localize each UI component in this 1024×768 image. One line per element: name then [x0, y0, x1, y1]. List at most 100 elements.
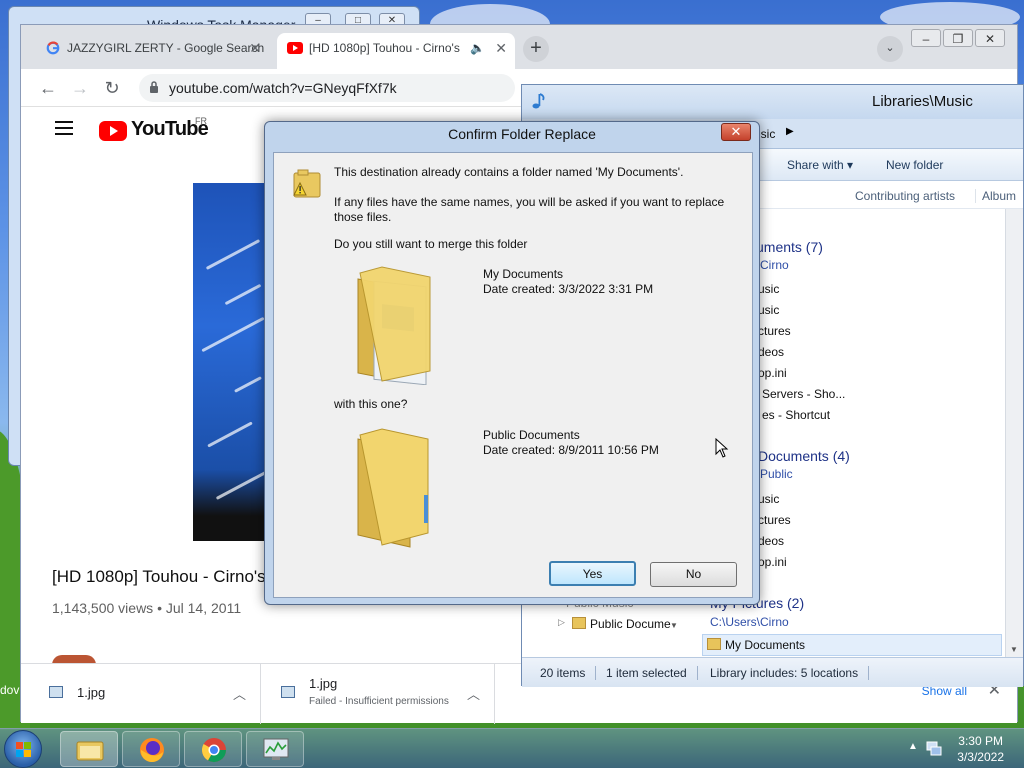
folder1-name: My Documents: [483, 267, 564, 281]
list-item[interactable]: usic: [758, 492, 779, 506]
list-item[interactable]: op.ini: [758, 555, 787, 569]
vertical-scrollbar[interactable]: ▼: [1005, 209, 1023, 657]
start-button[interactable]: [4, 730, 42, 768]
breadcrumb-chevron-icon[interactable]: ▶: [786, 126, 794, 137]
list-item[interactable]: op.ini: [758, 366, 787, 380]
group-header[interactable]: Documents (4): [758, 448, 850, 464]
list-item[interactable]: deos: [758, 345, 784, 359]
close-tab-icon[interactable]: ✕: [495, 33, 507, 63]
group-subtitle: Cirno: [760, 258, 789, 272]
list-item[interactable]: es - Shortcut: [762, 408, 830, 422]
explorer-icon: [76, 741, 104, 761]
expand-arrow-icon[interactable]: ▷: [558, 617, 565, 628]
video-title: [HD 1080p] Touhou - Cirno's: [52, 567, 266, 586]
folder-warning-icon: [293, 169, 321, 198]
close-button[interactable]: ✕: [975, 29, 1005, 47]
network-icon[interactable]: [926, 740, 942, 756]
video-frame-detail: [234, 376, 262, 393]
tab-search-button[interactable]: ⌄: [877, 36, 903, 62]
video-frame-detail: [201, 316, 265, 353]
image-file-icon: [281, 686, 295, 698]
system-tray: ▲ 3:30 PM 3/3/2022: [894, 729, 1024, 768]
image-file-icon: [49, 686, 63, 698]
taskbar-task-manager-button[interactable]: [246, 731, 304, 767]
taskbar: ▲ 3:30 PM 3/3/2022: [0, 728, 1024, 768]
tab-label: JAZZYGIRL ZERTY - Google Search: [67, 41, 265, 55]
desktop-icon-label[interactable]: dov: [0, 683, 19, 697]
reload-button[interactable]: ↻: [99, 75, 125, 101]
new-tab-button[interactable]: +: [523, 36, 549, 62]
download-item[interactable]: 1.jpg Failed - Insufficient permissions …: [261, 664, 495, 724]
taskbar-firefox-button[interactable]: [122, 731, 180, 767]
firefox-icon: [140, 738, 164, 763]
youtube-logo-icon[interactable]: [99, 121, 127, 141]
youtube-icon: [287, 42, 303, 54]
selected-list-item[interactable]: My Documents: [702, 634, 1002, 656]
column-header-contributing-artists[interactable]: Contributing artists: [855, 189, 955, 203]
yes-button[interactable]: Yes: [549, 561, 636, 586]
tab-google-search[interactable]: JAZZYGIRL ZERTY - Google Search ✕: [35, 33, 269, 69]
taskbar-explorer-button[interactable]: [60, 731, 118, 767]
folder1-date: Date created: 3/3/2022 3:31 PM: [483, 282, 654, 296]
video-frame-detail: [215, 469, 271, 500]
list-item[interactable]: ctures: [758, 324, 791, 338]
folder-icon: [357, 428, 429, 548]
list-item[interactable]: deos: [758, 534, 784, 548]
new-folder-button[interactable]: New folder: [886, 158, 943, 172]
minimize-button[interactable]: –: [911, 29, 941, 47]
dialog-close-button[interactable]: ✕: [721, 123, 751, 141]
dialog-with-text: with this one?: [334, 397, 408, 411]
folder-icon: [572, 617, 586, 629]
dialog-body: This destination already contains a fold…: [273, 152, 753, 598]
video-meta: 1,143,500 views • Jul 14, 2011: [52, 600, 242, 616]
list-item[interactable]: usic: [758, 303, 779, 317]
close-tab-icon[interactable]: ✕: [249, 33, 261, 63]
region-code: FR: [195, 116, 207, 126]
status-library-locations: Library includes: 5 locations: [710, 666, 870, 680]
group-header[interactable]: uments (7): [756, 239, 823, 255]
dialog-question: Do you still want to merge this folder: [334, 237, 528, 251]
maximize-button[interactable]: ❐: [943, 29, 973, 47]
task-manager-icon: [263, 738, 289, 760]
dialog-title: Confirm Folder Replace: [448, 126, 596, 142]
back-button[interactable]: ←: [35, 75, 61, 101]
nav-pane-item[interactable]: Public Docume: [590, 617, 671, 631]
folder2-date: Date created: 8/9/2011 10:56 PM: [483, 443, 659, 457]
status-selected-count: 1 item selected: [606, 666, 698, 680]
confirm-folder-replace-dialog[interactable]: Confirm Folder Replace ✕ This destinatio…: [264, 121, 760, 605]
list-item[interactable]: usic: [758, 282, 779, 296]
system-clock[interactable]: 3:30 PM 3/3/2022: [957, 733, 1004, 765]
forward-button[interactable]: →: [67, 75, 93, 101]
group-subtitle: Public: [760, 467, 793, 481]
nav-scroll-down-icon[interactable]: ▼: [670, 621, 678, 630]
mouse-cursor-icon: [715, 438, 729, 458]
group-subtitle: C:\Users\Cirno: [710, 615, 789, 629]
taskbar-chrome-button[interactable]: [184, 731, 242, 767]
tab-label: [HD 1080p] Touhou - Cirno's: [309, 41, 460, 55]
download-item[interactable]: 1.jpg ︿: [21, 664, 261, 724]
video-frame-detail: [224, 283, 262, 306]
scroll-down-icon[interactable]: ▼: [1010, 645, 1018, 654]
column-header-album[interactable]: Album: [975, 189, 1016, 203]
no-button[interactable]: No: [650, 562, 737, 587]
selected-item-label: My Documents: [725, 638, 806, 652]
list-item[interactable]: ctures: [758, 513, 791, 527]
windows-logo-icon: [16, 742, 31, 757]
explorer-status-bar: 20 items 1 item selected Library include…: [522, 657, 1023, 687]
chevron-up-icon[interactable]: ︿: [233, 684, 246, 703]
hamburger-menu-icon[interactable]: [55, 121, 73, 135]
download-filename: 1.jpg: [309, 676, 338, 691]
share-with-button[interactable]: Share with ▾: [787, 158, 853, 172]
music-library-icon: [532, 93, 545, 109]
video-frame-detail: [207, 421, 253, 448]
download-filename: 1.jpg: [77, 685, 106, 700]
address-bar[interactable]: youtube.com/watch?v=GNeyqFfXf7k: [139, 74, 515, 102]
list-item[interactable]: Servers - Sho...: [762, 387, 845, 401]
chevron-up-icon[interactable]: ︿: [467, 684, 480, 703]
show-hidden-icons-icon[interactable]: ▲: [908, 741, 918, 752]
clock-date: 3/3/2022: [957, 750, 1004, 764]
speaker-icon[interactable]: 🔈: [470, 33, 485, 63]
explorer-title: Libraries\Music: [872, 93, 973, 110]
chrome-icon: [201, 738, 226, 763]
tab-youtube-video[interactable]: [HD 1080p] Touhou - Cirno's 🔈 ✕: [277, 33, 515, 69]
